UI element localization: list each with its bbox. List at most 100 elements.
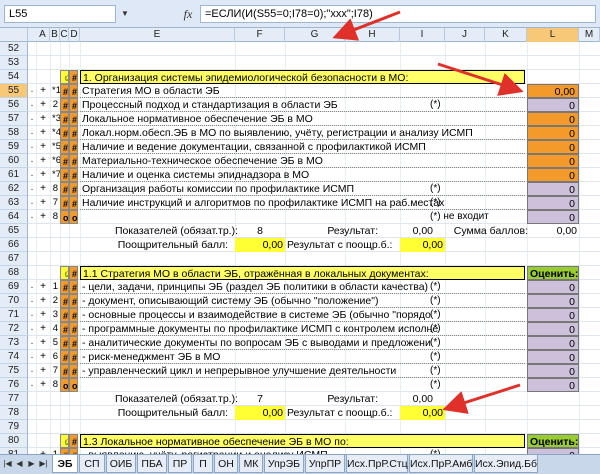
sheet-tab[interactable]: ПБА	[137, 455, 167, 473]
marker-cell-d[interactable]: #	[69, 294, 78, 308]
marker-cell-c[interactable]: #	[60, 308, 69, 322]
criterion-label[interactable]: Наличие и ведение документации, связанно…	[80, 140, 525, 154]
column-header-a[interactable]: A	[36, 28, 50, 42]
row-header[interactable]: 68	[0, 266, 28, 280]
sheet-tab[interactable]: ОИБ	[106, 455, 136, 473]
evaluate-label[interactable]: Оценить:	[527, 434, 579, 448]
marker-cell-d[interactable]: #	[69, 336, 78, 350]
sheet-tab[interactable]: Исх.ПрР.Стц	[346, 455, 408, 473]
marker-cell-c[interactable]: #	[60, 84, 69, 98]
marker-cell-c[interactable]: #	[60, 294, 69, 308]
marker-cell-c[interactable]: #	[60, 336, 69, 350]
score-cell[interactable]: 0	[527, 112, 579, 126]
row-header[interactable]: 77	[0, 392, 28, 406]
row-header[interactable]: 56	[0, 98, 28, 112]
marker-cell-d[interactable]: #	[69, 168, 78, 182]
row-header[interactable]: 58	[0, 126, 28, 140]
function-icon[interactable]: fx	[178, 5, 198, 23]
score-cell[interactable]: 0	[527, 154, 579, 168]
row-header[interactable]: 79	[0, 420, 28, 434]
result-bonus-value[interactable]: 0,00	[400, 406, 445, 420]
marker-cell-c[interactable]: ☺	[60, 434, 69, 448]
marker-cell-d[interactable]: #	[69, 322, 78, 336]
sheet-tab[interactable]: СП	[79, 455, 105, 473]
score-cell[interactable]: 0	[527, 210, 579, 224]
expand-row-button[interactable]: +	[36, 364, 50, 378]
expand-row-button[interactable]: +	[36, 84, 50, 98]
marker-cell-d[interactable]: #	[69, 182, 78, 196]
marker-cell-d[interactable]: #	[69, 280, 78, 294]
sheet-tab[interactable]: Исх.Эпид.Бб	[474, 455, 538, 473]
expand-row-button[interactable]: +	[36, 196, 50, 210]
marker-cell-d[interactable]: #	[69, 364, 78, 378]
name-box[interactable]: L55	[4, 5, 116, 23]
expand-row-button[interactable]: +	[36, 182, 50, 196]
marker-cell-c[interactable]: o	[60, 210, 69, 224]
row-header[interactable]: 53	[0, 56, 28, 70]
marker-cell-c[interactable]: #	[60, 364, 69, 378]
marker-cell-d[interactable]: #	[69, 112, 78, 126]
column-header-d[interactable]: D	[69, 28, 80, 42]
row-header[interactable]: 63	[0, 196, 28, 210]
marker-cell-c[interactable]: #	[60, 168, 69, 182]
marker-cell-c[interactable]: #	[60, 280, 69, 294]
expand-row-button[interactable]: +	[36, 126, 50, 140]
row-header[interactable]: 78	[0, 406, 28, 420]
marker-cell-c[interactable]: #	[60, 182, 69, 196]
marker-cell-d[interactable]: #	[69, 350, 78, 364]
row-header[interactable]: 52	[0, 42, 28, 56]
result-value[interactable]: 0,00	[385, 392, 435, 406]
column-header-h[interactable]: H	[345, 28, 400, 42]
marker-cell-d[interactable]: #	[69, 98, 78, 112]
sheet-tab[interactable]: ПР	[168, 455, 192, 473]
marker-cell-c[interactable]: #	[60, 322, 69, 336]
prev-sheet-icon[interactable]: ◀	[14, 457, 25, 471]
marker-cell-d[interactable]: #	[69, 140, 78, 154]
marker-cell-d[interactable]: o	[69, 378, 78, 392]
score-cell[interactable]: 0	[527, 126, 579, 140]
expand-row-button[interactable]: +	[36, 308, 50, 322]
marker-cell-d[interactable]: #	[69, 70, 78, 84]
column-header-c[interactable]: C	[60, 28, 69, 42]
first-sheet-icon[interactable]: |◀	[2, 457, 13, 471]
row-header[interactable]: 73	[0, 336, 28, 350]
score-cell[interactable]: 0	[527, 322, 579, 336]
marker-cell-c[interactable]: #	[60, 350, 69, 364]
row-header[interactable]: 80	[0, 434, 28, 448]
marker-cell-d[interactable]: #	[69, 84, 78, 98]
score-cell[interactable]: 0	[527, 308, 579, 322]
expand-row-button[interactable]: +	[36, 112, 50, 126]
row-header[interactable]: 70	[0, 294, 28, 308]
row-header[interactable]: 71	[0, 308, 28, 322]
last-sheet-icon[interactable]: ▶|	[38, 457, 49, 471]
row-header[interactable]: 57	[0, 112, 28, 126]
section-header[interactable]: 1. Организация системы эпидемиологическо…	[80, 70, 525, 84]
marker-cell-c[interactable]: #	[60, 112, 69, 126]
criterion-label[interactable]: Наличие и оценка системы эпиднадзора в М…	[80, 168, 525, 182]
score-cell[interactable]: 0	[527, 182, 579, 196]
column-header-j[interactable]: J	[445, 28, 485, 42]
row-header[interactable]: 61	[0, 168, 28, 182]
expand-row-button[interactable]: +	[36, 350, 50, 364]
expand-row-button[interactable]: +	[36, 294, 50, 308]
row-header[interactable]: 72	[0, 322, 28, 336]
score-cell[interactable]: 0,00	[527, 84, 579, 98]
criterion-label[interactable]: Локал.норм.обесп.ЭБ в МО по выявлению, у…	[80, 126, 525, 140]
select-all-corner[interactable]	[0, 28, 28, 42]
marker-cell-d[interactable]: #	[69, 154, 78, 168]
row-header[interactable]: 60	[0, 154, 28, 168]
indicators-count[interactable]: 7	[240, 392, 280, 406]
section-header[interactable]: 1.3 Локальное нормативное обеспечение ЭБ…	[80, 434, 525, 448]
row-header[interactable]: 54	[0, 70, 28, 84]
score-cell[interactable]: 0	[527, 378, 579, 392]
marker-cell-c[interactable]: #	[60, 126, 69, 140]
row-header[interactable]: 59	[0, 140, 28, 154]
sheet-tab[interactable]: П	[193, 455, 213, 473]
expand-row-button[interactable]: +	[36, 378, 50, 392]
sheet-tab[interactable]: УпрЭБ	[264, 455, 304, 473]
row-header[interactable]: 65	[0, 224, 28, 238]
expand-row-button[interactable]: +	[36, 280, 50, 294]
row-header[interactable]: 76	[0, 378, 28, 392]
marker-cell-c[interactable]: #	[60, 98, 69, 112]
score-cell[interactable]: 0	[527, 168, 579, 182]
